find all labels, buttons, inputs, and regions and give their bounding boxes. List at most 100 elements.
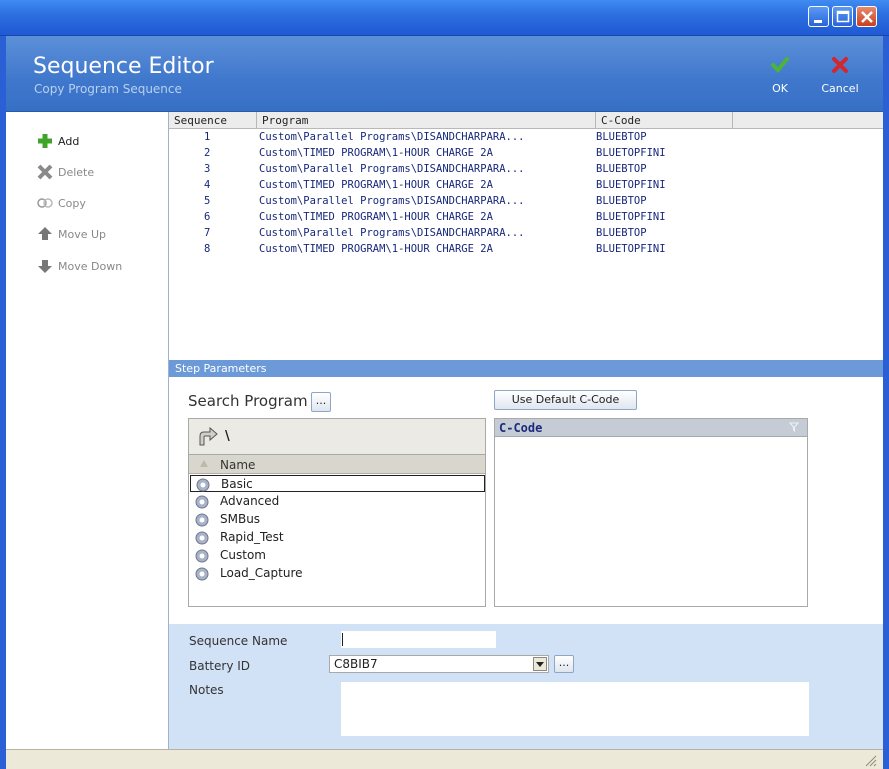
gear-icon: [195, 513, 209, 527]
list-item[interactable]: Custom: [190, 547, 485, 564]
sequence-name-label: Sequence Name: [189, 634, 288, 648]
cell-ccode: BLUEBTOP: [596, 163, 647, 175]
editor-header: Sequence Editor Copy Program Sequence OK…: [6, 36, 883, 112]
table-row[interactable]: 5 Custom\Parallel Programs\DISANDCHARPAR…: [169, 194, 883, 210]
use-default-ccode-button[interactable]: Use Default C-Code: [494, 390, 637, 410]
table-row[interactable]: 2 Custom\TIMED PROGRAM\1-HOUR CHARGE 2A …: [169, 146, 883, 162]
cell-sequence: 8: [204, 243, 211, 255]
step-parameters-title: Step Parameters: [169, 360, 883, 377]
gear-icon: [195, 567, 209, 581]
page-title: Sequence Editor: [33, 54, 214, 79]
ok-button[interactable]: OK: [755, 52, 805, 102]
column-header-empty: [733, 112, 883, 129]
cell-ccode: BLUETOPFINI: [596, 147, 666, 159]
text-caret: [342, 633, 343, 646]
ok-label: OK: [772, 82, 788, 95]
notes-label: Notes: [189, 683, 224, 697]
sequence-form: Sequence Name Battery ID C8BIB7 ... Note…: [169, 624, 883, 749]
sequence-name-input[interactable]: [341, 631, 496, 648]
arrow-down-icon: [38, 260, 52, 273]
cell-ccode: BLUETOPFINI: [596, 211, 666, 223]
notes-textarea[interactable]: [341, 682, 809, 736]
arrow-up-icon: [38, 227, 52, 240]
minimize-button[interactable]: [808, 6, 829, 27]
battery-browse-button[interactable]: ...: [554, 655, 574, 673]
list-item-label: SMBus: [220, 512, 261, 526]
ccode-header-label: C-Code: [499, 421, 543, 435]
cancel-x-icon: [832, 57, 848, 73]
page-subtitle: Copy Program Sequence: [34, 82, 182, 96]
close-icon: [861, 11, 873, 23]
battery-id-select[interactable]: C8BIB7: [329, 655, 549, 673]
cell-sequence: 4: [204, 179, 211, 191]
table-row[interactable]: 7 Custom\Parallel Programs\DISANDCHARPAR…: [169, 226, 883, 242]
cell-sequence: 1: [204, 131, 211, 143]
cell-ccode: BLUEBTOP: [596, 131, 647, 143]
search-program-label: Search Program: [188, 392, 308, 410]
sidebar-item-label: Copy: [58, 197, 86, 210]
cell-sequence: 2: [204, 147, 211, 159]
dropdown-button[interactable]: [533, 657, 547, 671]
list-item-label: Rapid_Test: [220, 530, 284, 544]
sequence-grid[interactable]: Sequence Program C-Code 1 Custom\Paralle…: [169, 112, 883, 360]
window-titlebar: [0, 0, 889, 36]
actions-sidebar: Add Delete Copy Move Up Move Down: [6, 112, 169, 749]
program-list[interactable]: Name Basic Advanced SMBus Rapid_Test Cus…: [188, 454, 486, 607]
table-row[interactable]: 6 Custom\TIMED PROGRAM\1-HOUR CHARGE 2A …: [169, 210, 883, 226]
cancel-button[interactable]: Cancel: [815, 52, 865, 102]
ccode-header[interactable]: C-Code: [495, 419, 807, 437]
cell-sequence: 7: [204, 227, 211, 239]
list-item[interactable]: Basic: [190, 475, 485, 492]
list-item[interactable]: Advanced: [190, 493, 485, 510]
cell-ccode: BLUETOPFINI: [596, 243, 666, 255]
list-item[interactable]: Load_Capture: [190, 565, 485, 582]
gear-icon: [195, 549, 209, 563]
cancel-label: Cancel: [821, 82, 859, 95]
cell-program: Custom\TIMED PROGRAM\1-HOUR CHARGE 2A: [259, 243, 493, 255]
maximize-button[interactable]: [832, 6, 853, 27]
cell-program: Custom\Parallel Programs\DISANDCHARPARA.…: [259, 131, 525, 143]
status-bar: [6, 749, 883, 769]
checkmark-icon: [771, 57, 789, 73]
column-header-program[interactable]: Program: [257, 112, 596, 129]
gear-icon: [196, 478, 210, 492]
cell-program: Custom\Parallel Programs\DISANDCHARPARA.…: [259, 227, 525, 239]
cell-program: Custom\TIMED PROGRAM\1-HOUR CHARGE 2A: [259, 147, 493, 159]
cell-sequence: 3: [204, 163, 211, 175]
sidebar-item-label: Add: [58, 135, 80, 148]
sort-ascending-icon: [200, 460, 208, 467]
cell-sequence: 6: [204, 211, 211, 223]
list-item-label: Custom: [220, 548, 266, 562]
table-row[interactable]: 3 Custom\Parallel Programs\DISANDCHARPAR…: [169, 162, 883, 178]
maximize-icon: [836, 10, 850, 23]
list-header-name[interactable]: Name: [189, 455, 485, 474]
list-item-label: Advanced: [220, 494, 280, 508]
current-path: \: [225, 429, 230, 444]
search-program-browse-button[interactable]: ...: [311, 392, 331, 412]
table-row[interactable]: 4 Custom\TIMED PROGRAM\1-HOUR CHARGE 2A …: [169, 178, 883, 194]
sidebar-item-label: Move Up: [58, 228, 107, 241]
battery-id-label: Battery ID: [189, 659, 251, 673]
column-header-ccode[interactable]: C-Code: [596, 112, 733, 129]
list-item-label: Load_Capture: [220, 566, 303, 580]
copy-icon: [37, 198, 53, 208]
list-item[interactable]: SMBus: [190, 511, 485, 528]
cell-ccode: BLUEBTOP: [596, 195, 647, 207]
ccode-list[interactable]: C-Code: [494, 418, 808, 607]
gear-icon: [195, 531, 209, 545]
cell-program: Custom\TIMED PROGRAM\1-HOUR CHARGE 2A: [259, 211, 493, 223]
list-header-label: Name: [220, 458, 256, 472]
sidebar-item-label: Move Down: [58, 260, 123, 273]
close-window-button[interactable]: [856, 6, 877, 27]
sidebar-item-label: Delete: [58, 166, 95, 179]
minimize-icon: [814, 20, 822, 23]
folder-up-icon[interactable]: [197, 426, 219, 448]
list-item[interactable]: Rapid_Test: [190, 529, 485, 546]
table-row[interactable]: 8 Custom\TIMED PROGRAM\1-HOUR CHARGE 2A …: [169, 242, 883, 258]
chevron-down-icon: [536, 662, 544, 667]
filter-icon[interactable]: [789, 422, 799, 432]
column-header-sequence[interactable]: Sequence: [169, 112, 257, 129]
resize-grip-icon[interactable]: [863, 753, 877, 767]
cell-program: Custom\Parallel Programs\DISANDCHARPARA.…: [259, 195, 525, 207]
table-row[interactable]: 1 Custom\Parallel Programs\DISANDCHARPAR…: [169, 130, 883, 146]
